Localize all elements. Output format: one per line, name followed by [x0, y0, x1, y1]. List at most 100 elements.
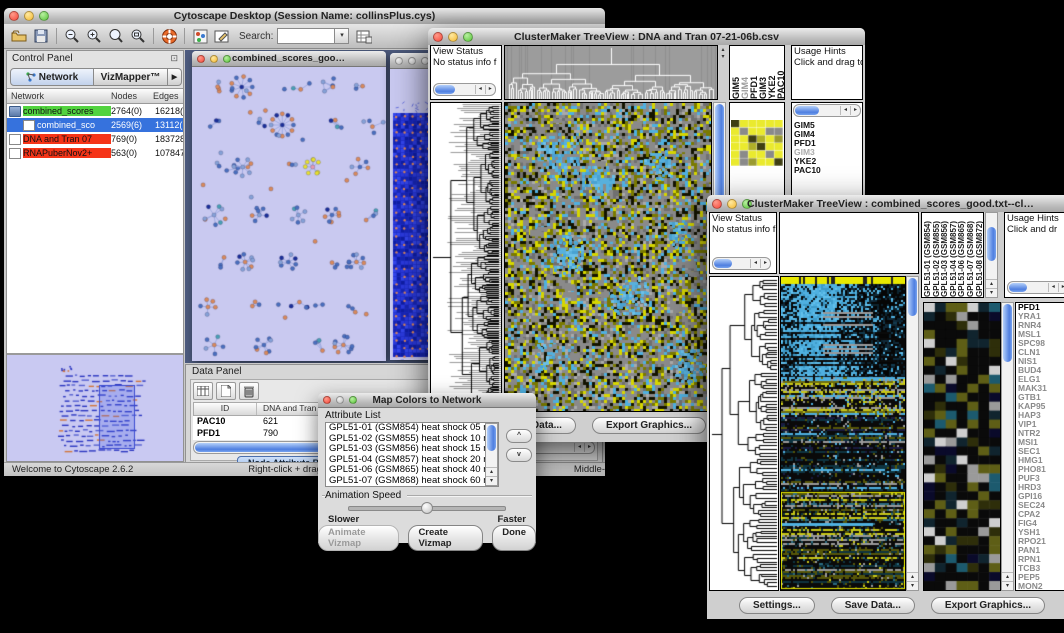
tab-network[interactable]: Network: [10, 68, 94, 86]
network-tree-row[interactable]: combined_scores2764(0)16218(0): [7, 104, 183, 118]
main-window-title: Cytoscape Desktop (Session Name: collins…: [44, 10, 565, 22]
minimize-icon[interactable]: [24, 11, 34, 21]
vizmapper-icon[interactable]: [190, 27, 210, 46]
row-dendrogram-canvas[interactable]: [710, 277, 778, 590]
network-view-window: combined_scores_good.txt--cluste...: [192, 51, 386, 360]
network-tree-row[interactable]: DNA and Tran 07769(0)183728(0): [7, 132, 183, 146]
zoom-fit-icon[interactable]: [128, 27, 148, 46]
new-attribute-icon[interactable]: [216, 382, 236, 400]
network-overview-canvas[interactable]: [7, 353, 183, 461]
move-down-button[interactable]: v: [506, 448, 532, 462]
network-canvas[interactable]: [192, 67, 386, 361]
dendrogram-scroll-arrows[interactable]: ▴▾: [719, 47, 727, 61]
slower-label: Slower: [328, 514, 359, 525]
heatmap-vscrollbar[interactable]: ▴▾: [906, 276, 919, 591]
network-tab-icon: [26, 72, 36, 82]
column-dendrogram-panel[interactable]: [779, 212, 919, 274]
slider-thumb[interactable]: [421, 502, 433, 514]
usage-hints-hscrollbar[interactable]: ◂▸: [793, 104, 861, 117]
move-up-button[interactable]: ^: [506, 429, 532, 443]
maximize-icon[interactable]: [463, 32, 473, 42]
zoomed-heatmap-vscrollbar[interactable]: ▴▾: [1001, 302, 1014, 591]
row-label[interactable]: PAC10: [792, 166, 862, 175]
attribute-list[interactable]: GPL51-01 (GSM854) heat shock 05 min GPL51…: [325, 422, 499, 487]
save-session-icon[interactable]: [31, 27, 51, 46]
export-graphics-button[interactable]: Export Graphics...: [592, 417, 706, 434]
network-tree-row[interactable]: RNAPuberNov2+563(0)107847(0): [7, 146, 183, 160]
column-label[interactable]: PAC10: [777, 46, 785, 99]
column-dendrogram-canvas[interactable]: [505, 46, 717, 99]
zoom-in-icon[interactable]: [84, 27, 104, 46]
minimize-icon[interactable]: [448, 32, 458, 42]
column-labels-panel: GPL51-01 (GSM854)GPL51-02 (GSM855)GPL51-…: [921, 212, 984, 298]
attribute-list-item[interactable]: GPL51-06 (GSM865) heat shock 40 min: [326, 465, 498, 476]
import-table-icon[interactable]: [354, 27, 374, 46]
tab-overflow-icon[interactable]: ▶: [168, 68, 182, 86]
maximize-icon[interactable]: [223, 55, 231, 63]
view-status-panel: View Status No status info f ◂▸: [709, 212, 777, 274]
open-session-icon[interactable]: [9, 27, 29, 46]
tab-vizmapper[interactable]: VizMapper™: [94, 68, 168, 86]
search-input[interactable]: ▾: [277, 28, 349, 44]
minimize-icon[interactable]: [336, 396, 344, 404]
usage-hints-panel: Usage Hints Click and drag tc: [791, 45, 863, 100]
file-icon: [23, 120, 35, 131]
float-panel-icon[interactable]: ⊡: [170, 53, 178, 68]
network-tree-row[interactable]: combined_sco2569(6)13112(15): [7, 118, 183, 132]
done-button[interactable]: Done: [492, 525, 536, 551]
search-dropdown-icon[interactable]: ▾: [334, 29, 348, 43]
attribute-list-item[interactable]: GPL51-03 (GSM856) heat shock 15 min: [326, 444, 498, 455]
column-labels-vscrollbar[interactable]: ▴▾: [985, 212, 998, 298]
network-view-titlebar[interactable]: combined_scores_good.txt--cluste...: [192, 51, 386, 67]
treeview1-titlebar[interactable]: ClusterMaker TreeView : DNA and Tran 07-…: [428, 28, 865, 46]
treeview2-titlebar[interactable]: ClusterMaker TreeView : combined_scores_…: [707, 195, 1064, 213]
minimize-icon[interactable]: [727, 199, 737, 209]
zoom-selected-icon[interactable]: [106, 27, 126, 46]
animation-speed-slider[interactable]: [348, 506, 506, 511]
settings-button[interactable]: Settings...: [739, 597, 815, 614]
usage-hints-hscrollbar[interactable]: ◂▸: [1007, 281, 1064, 294]
maximize-icon[interactable]: [742, 199, 752, 209]
id-column-header[interactable]: ID: [194, 403, 257, 415]
zoomed-heatmap-canvas[interactable]: [924, 303, 1000, 590]
minimize-icon[interactable]: [210, 55, 218, 63]
maximize-icon[interactable]: [39, 11, 49, 21]
view-status-panel: View Status No status info f ◂▸: [430, 45, 502, 100]
minimize-icon[interactable]: [408, 57, 416, 65]
create-vizmap-button[interactable]: Create Vizmap: [408, 525, 483, 551]
delete-attribute-icon[interactable]: [239, 382, 259, 400]
zoom-out-icon[interactable]: [62, 27, 82, 46]
row-dendrogram-canvas[interactable]: [431, 103, 501, 411]
network-tree-table: combined_scores2764(0)16218(0)combined_s…: [7, 104, 183, 353]
network-table-header: Network Nodes Edges: [7, 88, 183, 104]
close-icon[interactable]: [197, 55, 205, 63]
view-status-hscrollbar[interactable]: ◂▸: [433, 83, 496, 96]
close-icon[interactable]: [9, 11, 19, 21]
animate-vizmap-button[interactable]: Animate Vizmap: [318, 525, 399, 551]
annotation-icon[interactable]: [212, 27, 232, 46]
close-icon[interactable]: [323, 396, 331, 404]
animation-speed-label: Animation Speed: [325, 490, 407, 501]
close-icon[interactable]: [433, 32, 443, 42]
save-data-button[interactable]: Save Data...: [831, 597, 915, 614]
close-icon[interactable]: [395, 57, 403, 65]
attribute-list-label: Attribute List: [325, 410, 381, 421]
column-label[interactable]: GPL51-08 (GSM872): [976, 213, 984, 297]
mini-heatmap-canvas[interactable]: [731, 120, 783, 166]
heatmap-canvas[interactable]: [781, 277, 905, 590]
select-attributes-icon[interactable]: [193, 382, 213, 400]
attribute-list-item[interactable]: GPL51-07 (GSM868) heat shock 60 min: [326, 476, 498, 487]
view-status-hscrollbar[interactable]: ◂▸: [712, 257, 771, 270]
gene-label[interactable]: MON2: [1016, 582, 1064, 591]
dialog-title: Map Colors to Network: [358, 395, 496, 406]
help-lifering-icon[interactable]: [159, 27, 179, 46]
main-titlebar[interactable]: Cytoscape Desktop (Session Name: collins…: [4, 8, 605, 25]
heatmap-canvas[interactable]: [505, 103, 711, 411]
export-graphics-button[interactable]: Export Graphics...: [931, 597, 1045, 614]
column-labels-panel: GIM5GIM4PFD1GIM3YKE2PAC10: [729, 45, 785, 100]
attribute-list-item[interactable]: GPL51-01 (GSM854) heat shock 05 min: [326, 423, 498, 434]
maximize-icon[interactable]: [349, 396, 357, 404]
close-icon[interactable]: [712, 199, 722, 209]
attribute-list-vscrollbar[interactable]: ▴▾: [485, 423, 498, 486]
dialog-titlebar[interactable]: Map Colors to Network: [318, 393, 536, 408]
